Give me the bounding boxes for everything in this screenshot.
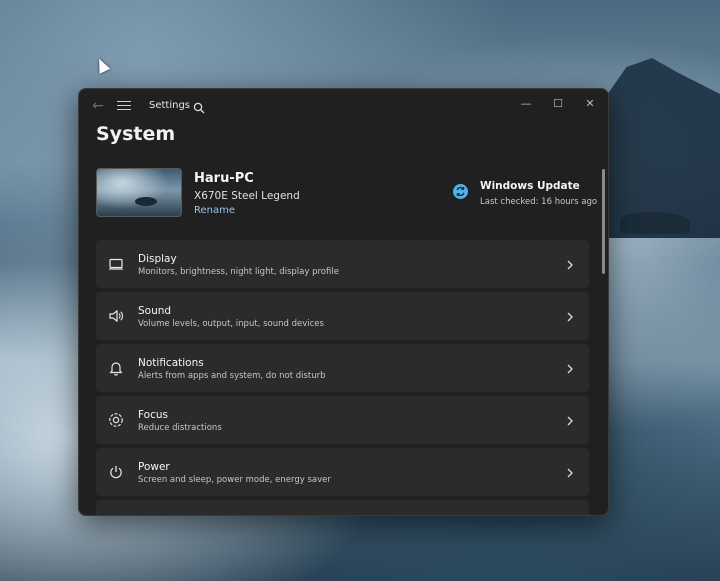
mouse-cursor-icon: [93, 56, 111, 74]
rename-link[interactable]: Rename: [194, 205, 235, 216]
hamburger-menu-icon[interactable]: [117, 98, 131, 112]
settings-window: ← Settings — ☐ ✕ System Haru-PC X670E St…: [78, 88, 609, 516]
back-arrow-icon[interactable]: ←: [89, 97, 107, 115]
desktop-thumbnail: [96, 168, 182, 217]
focus-icon: [108, 412, 124, 428]
settings-item-power[interactable]: Power Screen and sleep, power mode, ener…: [96, 448, 589, 496]
settings-item-description: Screen and sleep, power mode, energy sav…: [138, 475, 331, 485]
settings-item-description: Volume levels, output, input, sound devi…: [138, 319, 324, 329]
settings-item-label: Notifications: [138, 357, 204, 369]
search-icon[interactable]: [193, 99, 207, 114]
device-name: Haru-PC: [194, 171, 254, 186]
sync-icon: [453, 184, 468, 199]
app-title: Settings: [149, 100, 191, 111]
windows-update-status: Last checked: 16 hours ago: [480, 197, 598, 207]
chevron-right-icon: [565, 361, 575, 375]
settings-item-label: Power: [138, 461, 170, 473]
maximize-button[interactable]: ☐: [547, 95, 569, 113]
page-title: System: [96, 123, 176, 145]
title-bar: ← Settings — ☐ ✕: [79, 89, 608, 123]
settings-item-partial[interactable]: [96, 500, 589, 515]
settings-item-notifications[interactable]: Notifications Alerts from apps and syste…: [96, 344, 589, 392]
settings-item-description: Monitors, brightness, night light, displ…: [138, 267, 339, 277]
minimize-button[interactable]: —: [515, 95, 537, 113]
power-icon: [108, 464, 124, 480]
speaker-icon: [108, 308, 124, 324]
device-model: X670E Steel Legend: [194, 190, 300, 202]
settings-item-sound[interactable]: Sound Volume levels, output, input, soun…: [96, 292, 589, 340]
settings-item-display[interactable]: Display Monitors, brightness, night ligh…: [96, 240, 589, 288]
chevron-right-icon: [565, 257, 575, 271]
settings-item-focus[interactable]: Focus Reduce distractions: [96, 396, 589, 444]
close-button[interactable]: ✕: [579, 95, 601, 113]
settings-item-description: Reduce distractions: [138, 423, 222, 433]
monitor-icon: [108, 256, 124, 272]
windows-update-title: Windows Update: [480, 180, 580, 192]
settings-item-label: Focus: [138, 409, 168, 421]
settings-item-label: Sound: [138, 305, 172, 317]
chevron-right-icon: [565, 309, 575, 323]
settings-item-description: Alerts from apps and system, do not dist…: [138, 371, 326, 381]
wallpaper-rock: [620, 212, 690, 234]
chevron-right-icon: [565, 413, 575, 427]
settings-item-label: Display: [138, 253, 177, 265]
windows-update-tile[interactable]: Windows Update Last checked: 16 hours ag…: [453, 178, 603, 214]
chevron-right-icon: [565, 465, 575, 479]
bell-icon: [108, 360, 124, 376]
